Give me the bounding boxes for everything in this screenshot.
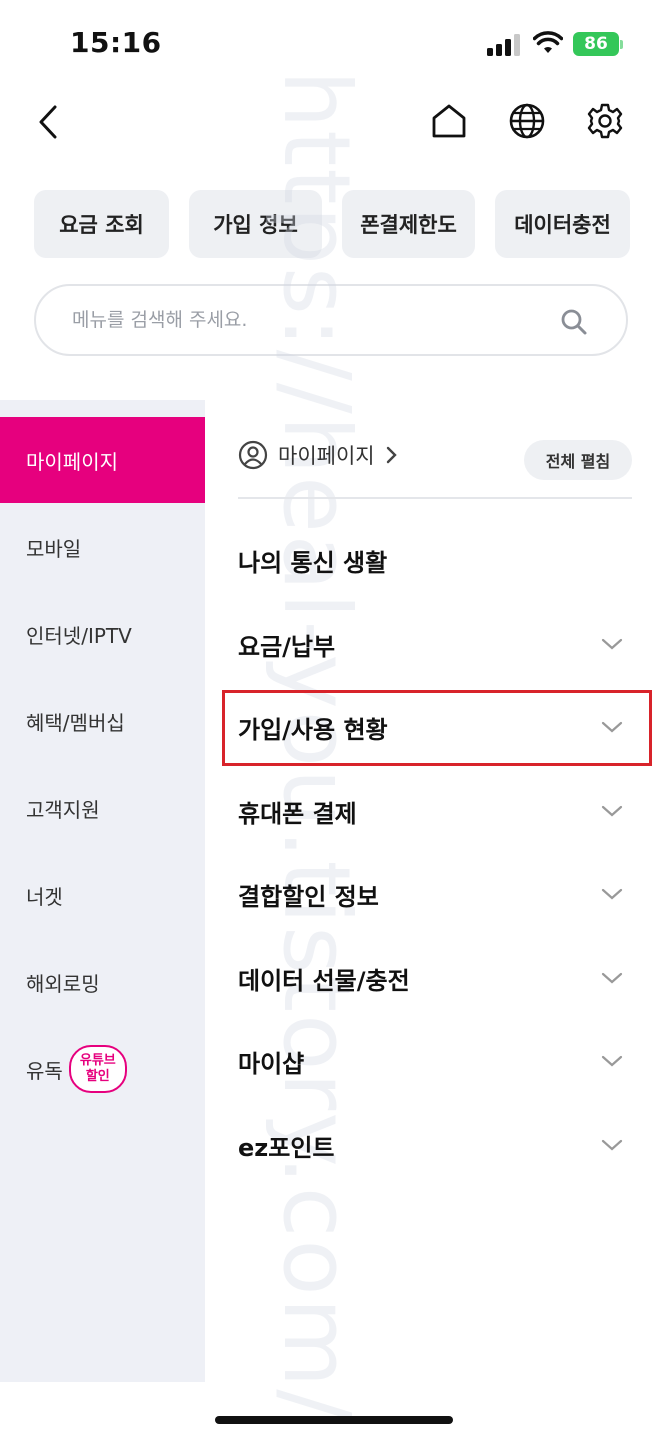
sidebar-item-mypage[interactable]: 마이페이지 (0, 417, 205, 503)
sidebar-item-roaming[interactable]: 해외로밍 (0, 939, 205, 1025)
menu-item-label: 데이터 선물/충전 (238, 966, 410, 995)
quick-subscription-button[interactable]: 가입 정보 (189, 190, 322, 258)
quick-data-charge-button[interactable]: 데이터충전 (495, 190, 630, 258)
menu-item-label: 마이샵 (238, 1049, 305, 1078)
chevron-down-icon (601, 1139, 623, 1151)
menu-item-bundle-discount[interactable]: 결합할인 정보 (238, 864, 632, 924)
sidebar-item-label: 너겟 (26, 884, 63, 909)
badge-line2: 할인 (85, 1069, 110, 1084)
gear-icon (587, 103, 623, 139)
menu-item-billing[interactable]: 요금/납부 (238, 614, 632, 674)
status-bar: 15:16 86 (0, 0, 666, 90)
sidebar-item-benefits[interactable]: 혜택/멤버십 (0, 678, 205, 764)
home-button[interactable] (428, 100, 470, 142)
menu-item-myshop[interactable]: 마이샵 (238, 1031, 632, 1091)
menu-item-label: 요금/납부 (238, 632, 336, 661)
quick-bill-button[interactable]: 요금 조회 (34, 190, 169, 258)
search-icon[interactable] (560, 308, 588, 336)
home-indicator (215, 1416, 453, 1424)
sidebar-item-internet-iptv[interactable]: 인터넷/IPTV (0, 591, 205, 677)
sidebar-item-support[interactable]: 고객지원 (0, 765, 205, 851)
chevron-down-icon (601, 805, 623, 817)
highlight-box (222, 690, 652, 766)
menu-item-data-gift[interactable]: 데이터 선물/충전 (238, 948, 632, 1008)
section-title-label: 나의 통신 생활 (238, 548, 388, 577)
globe-icon (509, 103, 545, 139)
search-bar (34, 284, 628, 356)
chevron-down-icon (601, 1055, 623, 1067)
menu-item-label: ez포인트 (238, 1133, 335, 1162)
expand-all-button[interactable]: 전체 펼침 (524, 440, 632, 480)
wifi-icon (533, 31, 563, 53)
top-nav (0, 90, 666, 160)
sidebar-item-label: 모바일 (26, 536, 82, 561)
breadcrumb-label: 마이페이지 (278, 444, 375, 468)
cellular-signal-icon (487, 34, 521, 56)
menu-item-ez-point[interactable]: ez포인트 (238, 1115, 632, 1175)
sidebar-item-youdok[interactable]: 유독 유튜브 할인 (0, 1026, 205, 1112)
chevron-left-icon (39, 105, 57, 139)
search-input[interactable] (70, 308, 534, 332)
battery-icon: 86 (573, 32, 619, 56)
battery-tip (620, 40, 623, 49)
section-title: 나의 통신 생활 (238, 530, 632, 590)
sidebar-item-label: 혜택/멤버십 (26, 710, 125, 735)
language-button[interactable] (506, 100, 548, 142)
user-icon (238, 440, 268, 470)
chevron-right-icon (386, 446, 397, 464)
sidebar-item-mobile[interactable]: 모바일 (0, 504, 205, 590)
menu-item-phone-payment[interactable]: 휴대폰 결제 (238, 781, 632, 841)
menu-item-label: 결합할인 정보 (238, 882, 379, 911)
status-time: 15:16 (70, 26, 162, 59)
home-icon (432, 104, 466, 138)
sidebar-item-label: 해외로밍 (26, 971, 100, 996)
menu-item-label: 휴대폰 결제 (238, 799, 357, 828)
sidebar-item-nugget[interactable]: 너겟 (0, 852, 205, 938)
sidebar-item-label: 인터넷/IPTV (26, 623, 132, 648)
chevron-down-icon (601, 638, 623, 650)
quick-payment-limit-button[interactable]: 폰결제한도 (342, 190, 475, 258)
sidebar: 마이페이지 모바일 인터넷/IPTV 혜택/멤버십 고객지원 너겟 해외로밍 유… (0, 400, 205, 1382)
chevron-down-icon (601, 888, 623, 900)
divider (238, 497, 632, 499)
sidebar-item-label: 마이페이지 (26, 449, 118, 474)
back-button[interactable] (30, 104, 66, 140)
badge-line1: 유튜브 (79, 1053, 116, 1068)
sidebar-item-label: 유독 (26, 1058, 63, 1083)
sidebar-item-label: 고객지원 (26, 797, 100, 822)
youtube-discount-badge: 유튜브 할인 (68, 1045, 127, 1093)
chevron-down-icon (601, 972, 623, 984)
quick-menu: 요금 조회 가입 정보 폰결제한도 데이터충전 (34, 190, 630, 258)
breadcrumb[interactable]: 마이페이지 (238, 440, 399, 470)
settings-button[interactable] (584, 100, 626, 142)
battery-level: 86 (584, 34, 608, 54)
